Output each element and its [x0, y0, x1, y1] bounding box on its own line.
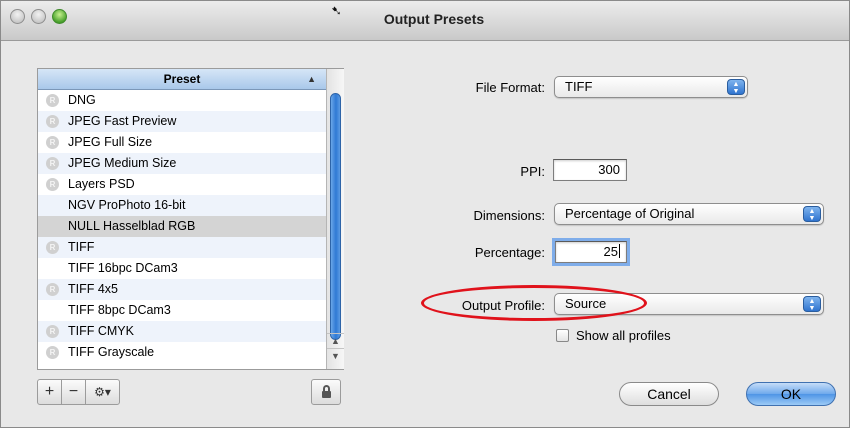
ppi-field[interactable]: 300: [553, 159, 627, 181]
preset-list-item[interactable]: R Layers PSD: [38, 174, 326, 195]
builtin-preset-icon: R: [46, 241, 59, 254]
preset-label: TIFF: [68, 240, 95, 254]
preset-list-item[interactable]: R TIFF CMYK: [38, 321, 326, 342]
preset-list-item[interactable]: R JPEG Fast Preview: [38, 111, 326, 132]
preset-list-item[interactable]: NGV ProPhoto 16-bit: [38, 195, 326, 216]
preset-list-item[interactable]: R JPEG Full Size: [38, 132, 326, 153]
file-format-value: TIFF: [565, 79, 593, 94]
sort-ascending-icon: ▲: [307, 74, 316, 84]
lock-button[interactable]: [311, 379, 341, 405]
preset-list-item[interactable]: R DNG: [38, 90, 326, 111]
output-profile-popup[interactable]: Source ▲ ▼: [554, 293, 824, 315]
title-bar[interactable]: ➷ Output Presets: [1, 1, 849, 41]
popup-arrows-icon: ▲ ▼: [727, 79, 745, 95]
scroll-down-arrow-icon[interactable]: ▼: [327, 348, 344, 362]
preset-column-header-label: Preset: [163, 72, 201, 86]
dimensions-popup[interactable]: Percentage of Original ▲ ▼: [554, 203, 824, 225]
builtin-preset-icon: R: [46, 325, 59, 338]
preset-label: NULL Hasselblad RGB: [68, 219, 196, 233]
builtin-preset-icon: R: [46, 283, 59, 296]
preset-list[interactable]: Preset ▲ R DNG R JPEG Fast Preview R JPEG Ful…: [37, 68, 344, 370]
output-profile-label: Output Profile:: [461, 298, 545, 313]
preset-rows: R DNG R JPEG Fast Preview R JPEG Full Size R JP…: [38, 90, 326, 363]
percentage-value: 25: [603, 244, 618, 259]
popup-arrows-icon: ▲ ▼: [803, 206, 821, 222]
action-menu-gear-icon[interactable]: ⚙▾: [85, 379, 120, 405]
preset-list-item[interactable]: TIFF 8bpc DCam3: [38, 300, 326, 321]
preset-list-item[interactable]: NULL Hasselblad RGB: [38, 216, 326, 237]
preset-column-header[interactable]: Preset ▲: [38, 69, 326, 90]
add-preset-button[interactable]: +: [37, 379, 62, 405]
preset-list-toolbar: + − ⚙▾: [37, 379, 344, 405]
preset-label: DNG: [68, 93, 96, 107]
preset-label: Layers PSD: [68, 177, 135, 191]
preset-label: TIFF 16bpc DCam3: [68, 261, 178, 275]
popup-arrows-icon: ▲ ▼: [803, 296, 821, 312]
preset-list-item[interactable]: R JPEG Medium Size: [38, 153, 326, 174]
preset-list-item[interactable]: R TIFF Grayscale: [38, 342, 326, 363]
dimensions-value: Percentage of Original: [565, 206, 695, 221]
output-presets-window: ➷ Output Presets Preset ▲ R DNG R JPEG Fast…: [0, 0, 850, 428]
file-format-popup[interactable]: TIFF ▲ ▼: [554, 76, 748, 98]
file-format-label: File Format:: [475, 80, 545, 95]
preset-list-scrollbar[interactable]: ▲ ▼: [326, 69, 344, 369]
percentage-label: Percentage:: [474, 245, 545, 260]
preset-label: NGV ProPhoto 16-bit: [68, 198, 186, 212]
lock-icon: [322, 391, 331, 398]
cancel-button[interactable]: Cancel: [619, 382, 719, 406]
show-all-profiles-label[interactable]: Show all profiles: [576, 328, 671, 343]
preset-label: TIFF 8bpc DCam3: [68, 303, 171, 317]
builtin-preset-icon: R: [46, 346, 59, 359]
dimensions-label: Dimensions:: [473, 208, 545, 223]
preset-list-item[interactable]: TIFF 16bpc DCam3: [38, 258, 326, 279]
scroll-up-arrow-icon[interactable]: ▲: [327, 333, 344, 347]
builtin-preset-icon: R: [46, 136, 59, 149]
preset-label: TIFF Grayscale: [68, 345, 155, 359]
builtin-preset-icon: R: [46, 157, 59, 170]
output-profile-value: Source: [565, 296, 607, 311]
show-all-profiles-checkbox[interactable]: [556, 329, 569, 342]
preset-label: JPEG Full Size: [68, 135, 153, 149]
preset-label: JPEG Medium Size: [68, 156, 177, 170]
preset-label: JPEG Fast Preview: [68, 114, 177, 128]
builtin-preset-icon: R: [46, 94, 59, 107]
window-title: Output Presets: [383, 11, 485, 27]
ok-button[interactable]: OK: [746, 382, 836, 406]
preset-list-item[interactable]: R TIFF: [38, 237, 326, 258]
scrollbar-thumb[interactable]: [330, 93, 341, 340]
preset-label: TIFF 4x5: [68, 282, 119, 296]
preset-list-item[interactable]: R TIFF 4x5: [38, 279, 326, 300]
builtin-preset-icon: R: [46, 115, 59, 128]
text-caret: [619, 244, 620, 258]
preset-label: TIFF CMYK: [68, 324, 134, 338]
ppi-label: PPI:: [520, 164, 545, 179]
builtin-preset-icon: R: [46, 178, 59, 191]
percentage-field[interactable]: 25: [552, 238, 630, 266]
remove-preset-button[interactable]: −: [61, 379, 86, 405]
